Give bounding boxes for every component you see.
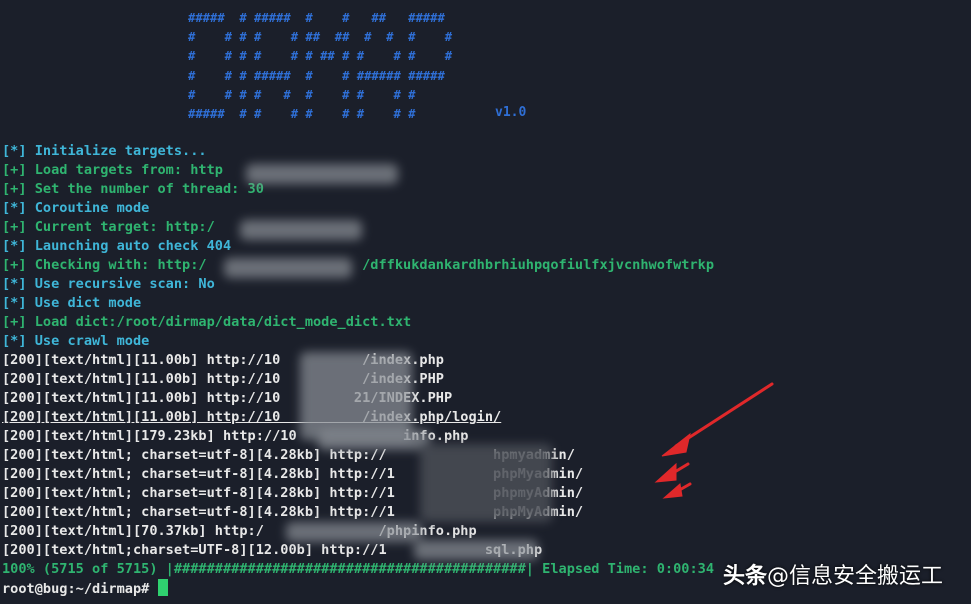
watermark-brand: 头条 [722,564,767,589]
terminal-window[interactable]: ##### # ##### # # ## ##### # # # # # ## … [0,0,971,604]
watermark: 头条@信息安全搬运工 [723,558,943,590]
arrow-head [654,462,677,483]
arrow-line [674,382,774,448]
watermark-account: @信息安全搬运工 [766,564,943,589]
arrow-head [661,432,691,457]
annotation-arrows [654,382,774,499]
arrow-head [662,483,683,499]
